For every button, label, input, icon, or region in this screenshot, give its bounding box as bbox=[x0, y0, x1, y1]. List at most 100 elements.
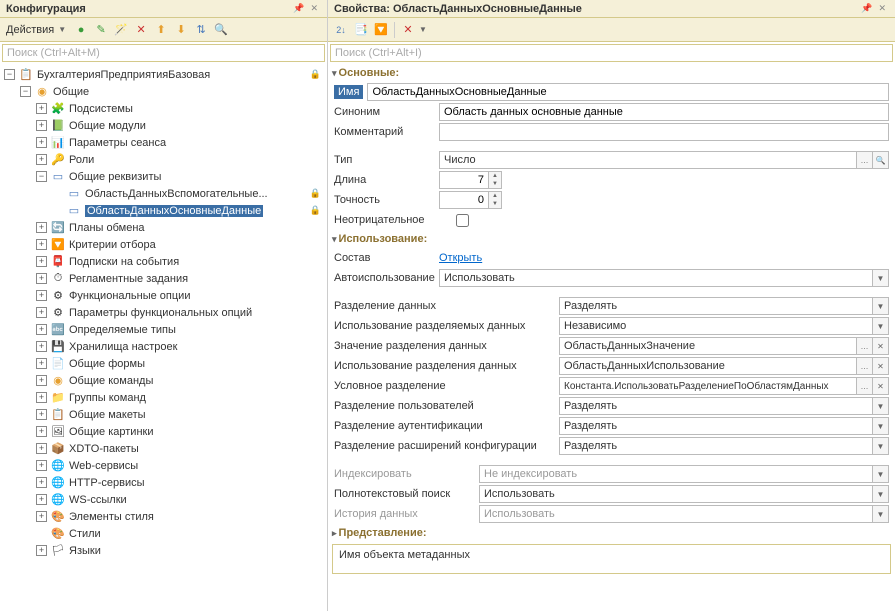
clear-icon[interactable]: ✕ bbox=[399, 21, 417, 39]
collapse-icon[interactable] bbox=[4, 69, 15, 80]
chevron-down-icon[interactable]: ▼ bbox=[58, 25, 70, 34]
dropdown-auth-split[interactable]: Разделять▼ bbox=[559, 417, 889, 435]
tree-style-elements[interactable]: 🎨Элементы стиля bbox=[0, 508, 327, 525]
expand-icon[interactable] bbox=[36, 120, 47, 131]
dropdown-ext-split[interactable]: Разделять▼ bbox=[559, 437, 889, 455]
filter-icon[interactable]: 🔽 bbox=[372, 21, 390, 39]
dropdown-fulltext[interactable]: Использовать▼ bbox=[479, 485, 889, 503]
dropdown-split-data-use[interactable]: Независимо▼ bbox=[559, 317, 889, 335]
expand-icon[interactable] bbox=[36, 460, 47, 471]
expand-icon[interactable] bbox=[36, 426, 47, 437]
expand-icon[interactable] bbox=[36, 256, 47, 267]
find-icon[interactable]: 🔍 bbox=[212, 21, 230, 39]
clear-icon[interactable]: ✕ bbox=[872, 378, 888, 394]
tree-attr-main[interactable]: ▭ОбластьДанныхОсновныеДанные🔒 bbox=[0, 202, 327, 219]
chevron-down-icon[interactable]: ▼ bbox=[872, 318, 888, 334]
spin-up-icon[interactable]: ▲ bbox=[489, 192, 501, 200]
expand-icon[interactable] bbox=[36, 358, 47, 369]
expand-icon[interactable] bbox=[36, 494, 47, 505]
expand-icon[interactable] bbox=[36, 341, 47, 352]
dropdown-autouse[interactable]: Использовать▼ bbox=[439, 269, 889, 287]
tree-command-groups[interactable]: 📁Группы команд bbox=[0, 389, 327, 406]
tree-attr-aux[interactable]: ▭ОбластьДанныхВспомогательные...🔒 bbox=[0, 185, 327, 202]
checkbox-nonneg[interactable] bbox=[456, 214, 469, 227]
config-tree[interactable]: 📋 БухгалтерияПредприятияБазовая 🔒 ◉ Общи… bbox=[0, 64, 327, 611]
close-icon[interactable]: ✕ bbox=[307, 3, 321, 14]
clear-icon[interactable]: ✕ bbox=[872, 358, 888, 374]
dropdown-cond-split[interactable]: Константа.ИспользоватьРазделениеПоОбласт… bbox=[559, 377, 889, 395]
dropdown-data-split[interactable]: Разделять▼ bbox=[559, 297, 889, 315]
spin-up-icon[interactable]: ▲ bbox=[489, 172, 501, 180]
collapse-icon[interactable]: ▾ bbox=[332, 234, 337, 245]
ellipsis-icon[interactable]: … bbox=[856, 378, 872, 394]
expand-icon[interactable] bbox=[36, 239, 47, 250]
expand-icon[interactable]: ▸ bbox=[332, 528, 337, 539]
tree-settings-storage[interactable]: 💾Хранилища настроек bbox=[0, 338, 327, 355]
label-name[interactable]: Имя bbox=[334, 85, 363, 99]
tree-defined-types[interactable]: 🔤Определяемые типы bbox=[0, 321, 327, 338]
close-icon[interactable]: ✕ bbox=[875, 3, 889, 14]
expand-icon[interactable] bbox=[36, 511, 47, 522]
actions-menu[interactable]: Действия bbox=[4, 24, 56, 36]
expand-icon[interactable] bbox=[36, 222, 47, 233]
section-presentation[interactable]: ▸Представление: bbox=[328, 524, 895, 542]
sort-icon[interactable]: ⇅ bbox=[192, 21, 210, 39]
tree-session-params[interactable]: 📊Параметры сеанса bbox=[0, 134, 327, 151]
tree-root[interactable]: 📋 БухгалтерияПредприятияБазовая 🔒 bbox=[0, 66, 327, 83]
spin-down-icon[interactable]: ▼ bbox=[489, 200, 501, 208]
tree-exchange-plans[interactable]: 🔄Планы обмена bbox=[0, 219, 327, 236]
tree-scheduled-jobs[interactable]: ⏱Регламентные задания bbox=[0, 270, 327, 287]
wizard-icon[interactable]: 🪄 bbox=[112, 21, 130, 39]
tree-subsystems[interactable]: 🧩Подсистемы bbox=[0, 100, 327, 117]
chevron-down-icon[interactable]: ▼ bbox=[872, 298, 888, 314]
expand-icon[interactable] bbox=[36, 392, 47, 403]
spin-down-icon[interactable]: ▼ bbox=[489, 180, 501, 188]
tree-filter-criteria[interactable]: 🔽Критерии отбора bbox=[0, 236, 327, 253]
tree-web-services[interactable]: 🌐Web-сервисы bbox=[0, 457, 327, 474]
expand-icon[interactable] bbox=[36, 273, 47, 284]
tree-common-modules[interactable]: 📗Общие модули bbox=[0, 117, 327, 134]
pin-icon[interactable]: 📌 bbox=[290, 3, 307, 14]
chevron-down-icon[interactable]: ▼ bbox=[872, 486, 888, 502]
tree-func-options[interactable]: ⚙Функциональные опции bbox=[0, 287, 327, 304]
chevron-down-icon[interactable]: ▼ bbox=[872, 270, 888, 286]
section-main[interactable]: ▾Основные: bbox=[328, 64, 895, 82]
tree-xdto-packages[interactable]: 📦XDTO-пакеты bbox=[0, 440, 327, 457]
section-usage[interactable]: ▾Использование: bbox=[328, 230, 895, 248]
tree-common-forms[interactable]: 📄Общие формы bbox=[0, 355, 327, 372]
expand-icon[interactable] bbox=[36, 375, 47, 386]
pin-icon[interactable]: 📌 bbox=[858, 3, 875, 14]
ellipsis-icon[interactable]: … bbox=[856, 152, 872, 168]
dropdown-split-use[interactable]: ОбластьДанныхИспользование…✕ bbox=[559, 357, 889, 375]
props-search[interactable]: Поиск (Ctrl+Alt+I) bbox=[330, 44, 893, 62]
up-icon[interactable]: ⬆ bbox=[152, 21, 170, 39]
input-precision[interactable] bbox=[439, 191, 489, 209]
clear-icon[interactable]: ✕ bbox=[872, 338, 888, 354]
collapse-icon[interactable] bbox=[20, 86, 31, 97]
tree-styles[interactable]: 🎨Стили bbox=[0, 525, 327, 542]
tree-roles[interactable]: 🔑Роли bbox=[0, 151, 327, 168]
input-comment[interactable] bbox=[439, 123, 889, 141]
search-icon[interactable]: 🔍 bbox=[872, 152, 888, 168]
chevron-down-icon[interactable]: ▼ bbox=[419, 25, 431, 34]
input-synonym[interactable] bbox=[439, 103, 889, 121]
input-length[interactable] bbox=[439, 171, 489, 189]
tree-common-templates[interactable]: 📋Общие макеты bbox=[0, 406, 327, 423]
delete-icon[interactable]: ✕ bbox=[132, 21, 150, 39]
tree-common-pictures[interactable]: 🖼Общие картинки bbox=[0, 423, 327, 440]
ellipsis-icon[interactable]: … bbox=[856, 338, 872, 354]
tree-common-commands[interactable]: ◉Общие команды bbox=[0, 372, 327, 389]
link-content[interactable]: Открыть bbox=[439, 252, 482, 264]
expand-icon[interactable] bbox=[36, 103, 47, 114]
expand-icon[interactable] bbox=[36, 409, 47, 420]
dropdown-user-split[interactable]: Разделять▼ bbox=[559, 397, 889, 415]
tree-event-subs[interactable]: 📮Подписки на события bbox=[0, 253, 327, 270]
edit-icon[interactable]: ✎ bbox=[92, 21, 110, 39]
chevron-down-icon[interactable]: ▼ bbox=[872, 398, 888, 414]
tree-http-services[interactable]: 🌐HTTP-сервисы bbox=[0, 474, 327, 491]
expand-icon[interactable] bbox=[36, 290, 47, 301]
tree-common[interactable]: ◉ Общие bbox=[0, 83, 327, 100]
tree-languages[interactable]: 🏳Языки bbox=[0, 542, 327, 559]
add-icon[interactable]: ● bbox=[72, 21, 90, 39]
expand-icon[interactable] bbox=[36, 137, 47, 148]
